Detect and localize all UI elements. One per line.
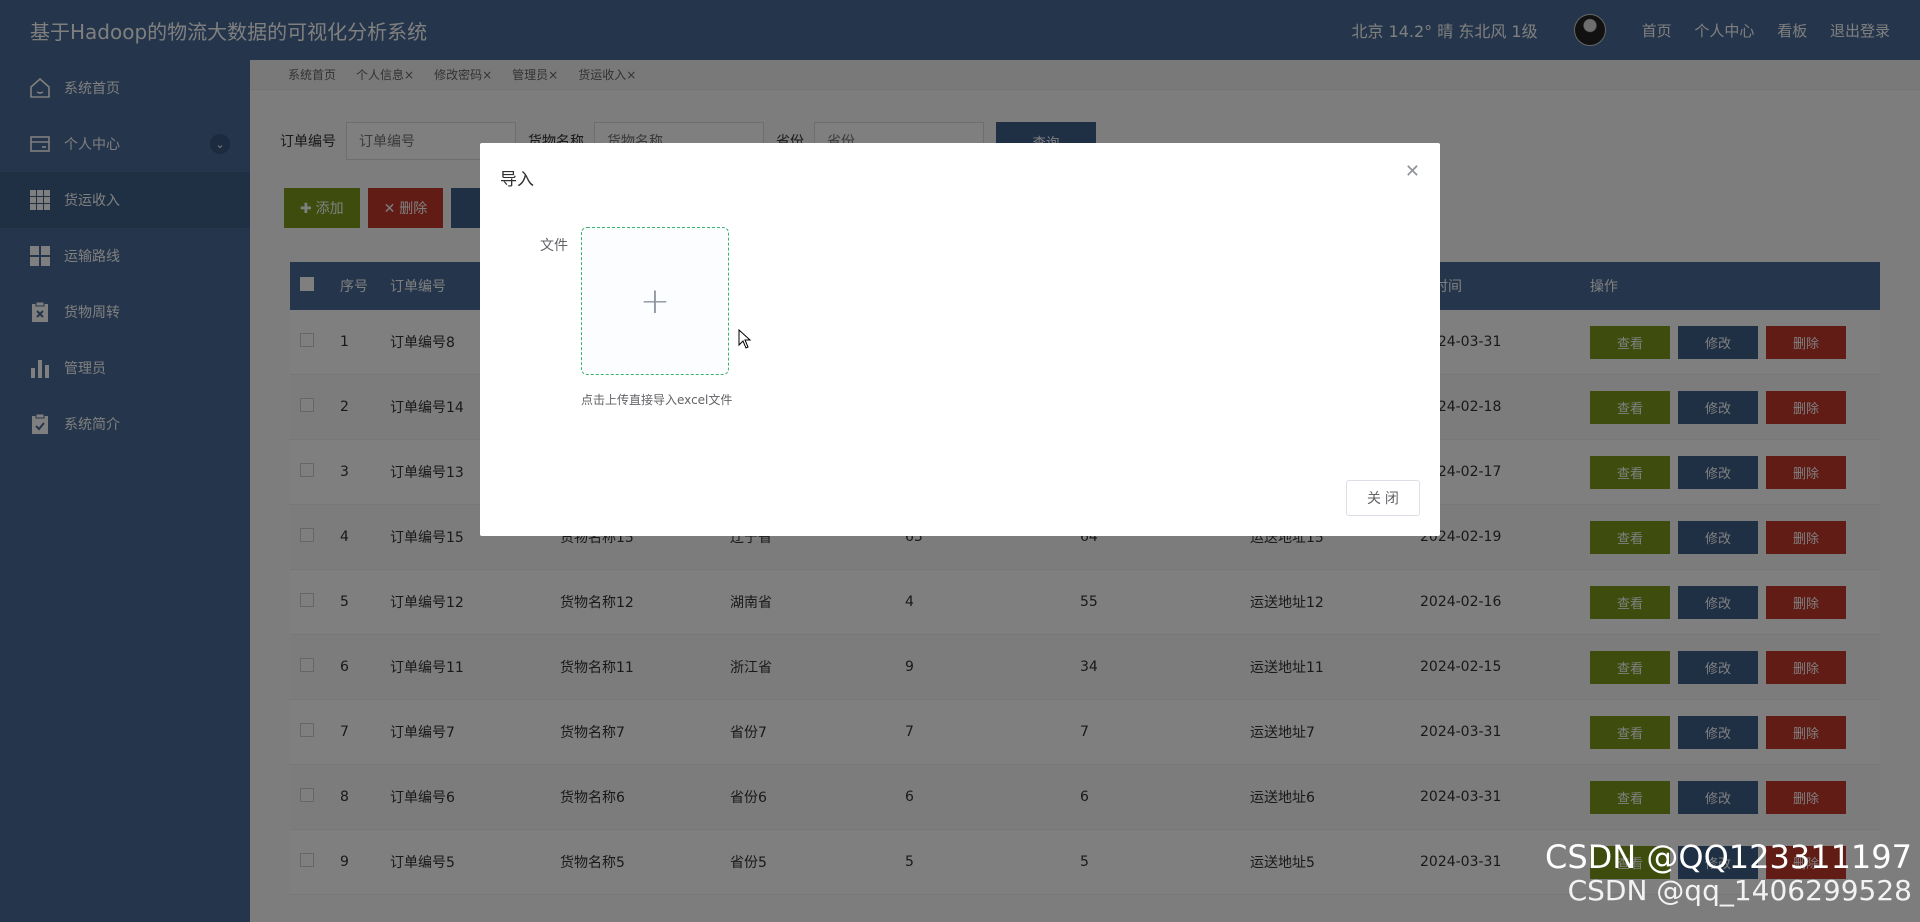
mouse-cursor-icon [738, 329, 752, 349]
watermark-line: CSDN @qq_1406299528 [1567, 874, 1912, 907]
modal-overlay[interactable]: 导入 ✕ 文件 + 点击上传直接导入excel文件 关 闭 [0, 0, 1920, 922]
plus-icon: + [639, 280, 671, 322]
close-button[interactable]: 关 闭 [1346, 480, 1420, 516]
import-dialog: 导入 ✕ 文件 + 点击上传直接导入excel文件 关 闭 [480, 143, 1440, 536]
watermark-line: CSDN @QQ123311197 [1544, 838, 1912, 876]
dialog-title: 导入 [500, 170, 534, 190]
close-icon[interactable]: ✕ [1405, 161, 1420, 182]
file-label: 文件 [540, 238, 568, 254]
upload-tip: 点击上传直接导入excel文件 [581, 393, 733, 407]
watermark: CSDN @QQ123311197 CSDN @qq_1406299528 [1545, 840, 1912, 908]
upload-area[interactable]: + [581, 227, 729, 375]
